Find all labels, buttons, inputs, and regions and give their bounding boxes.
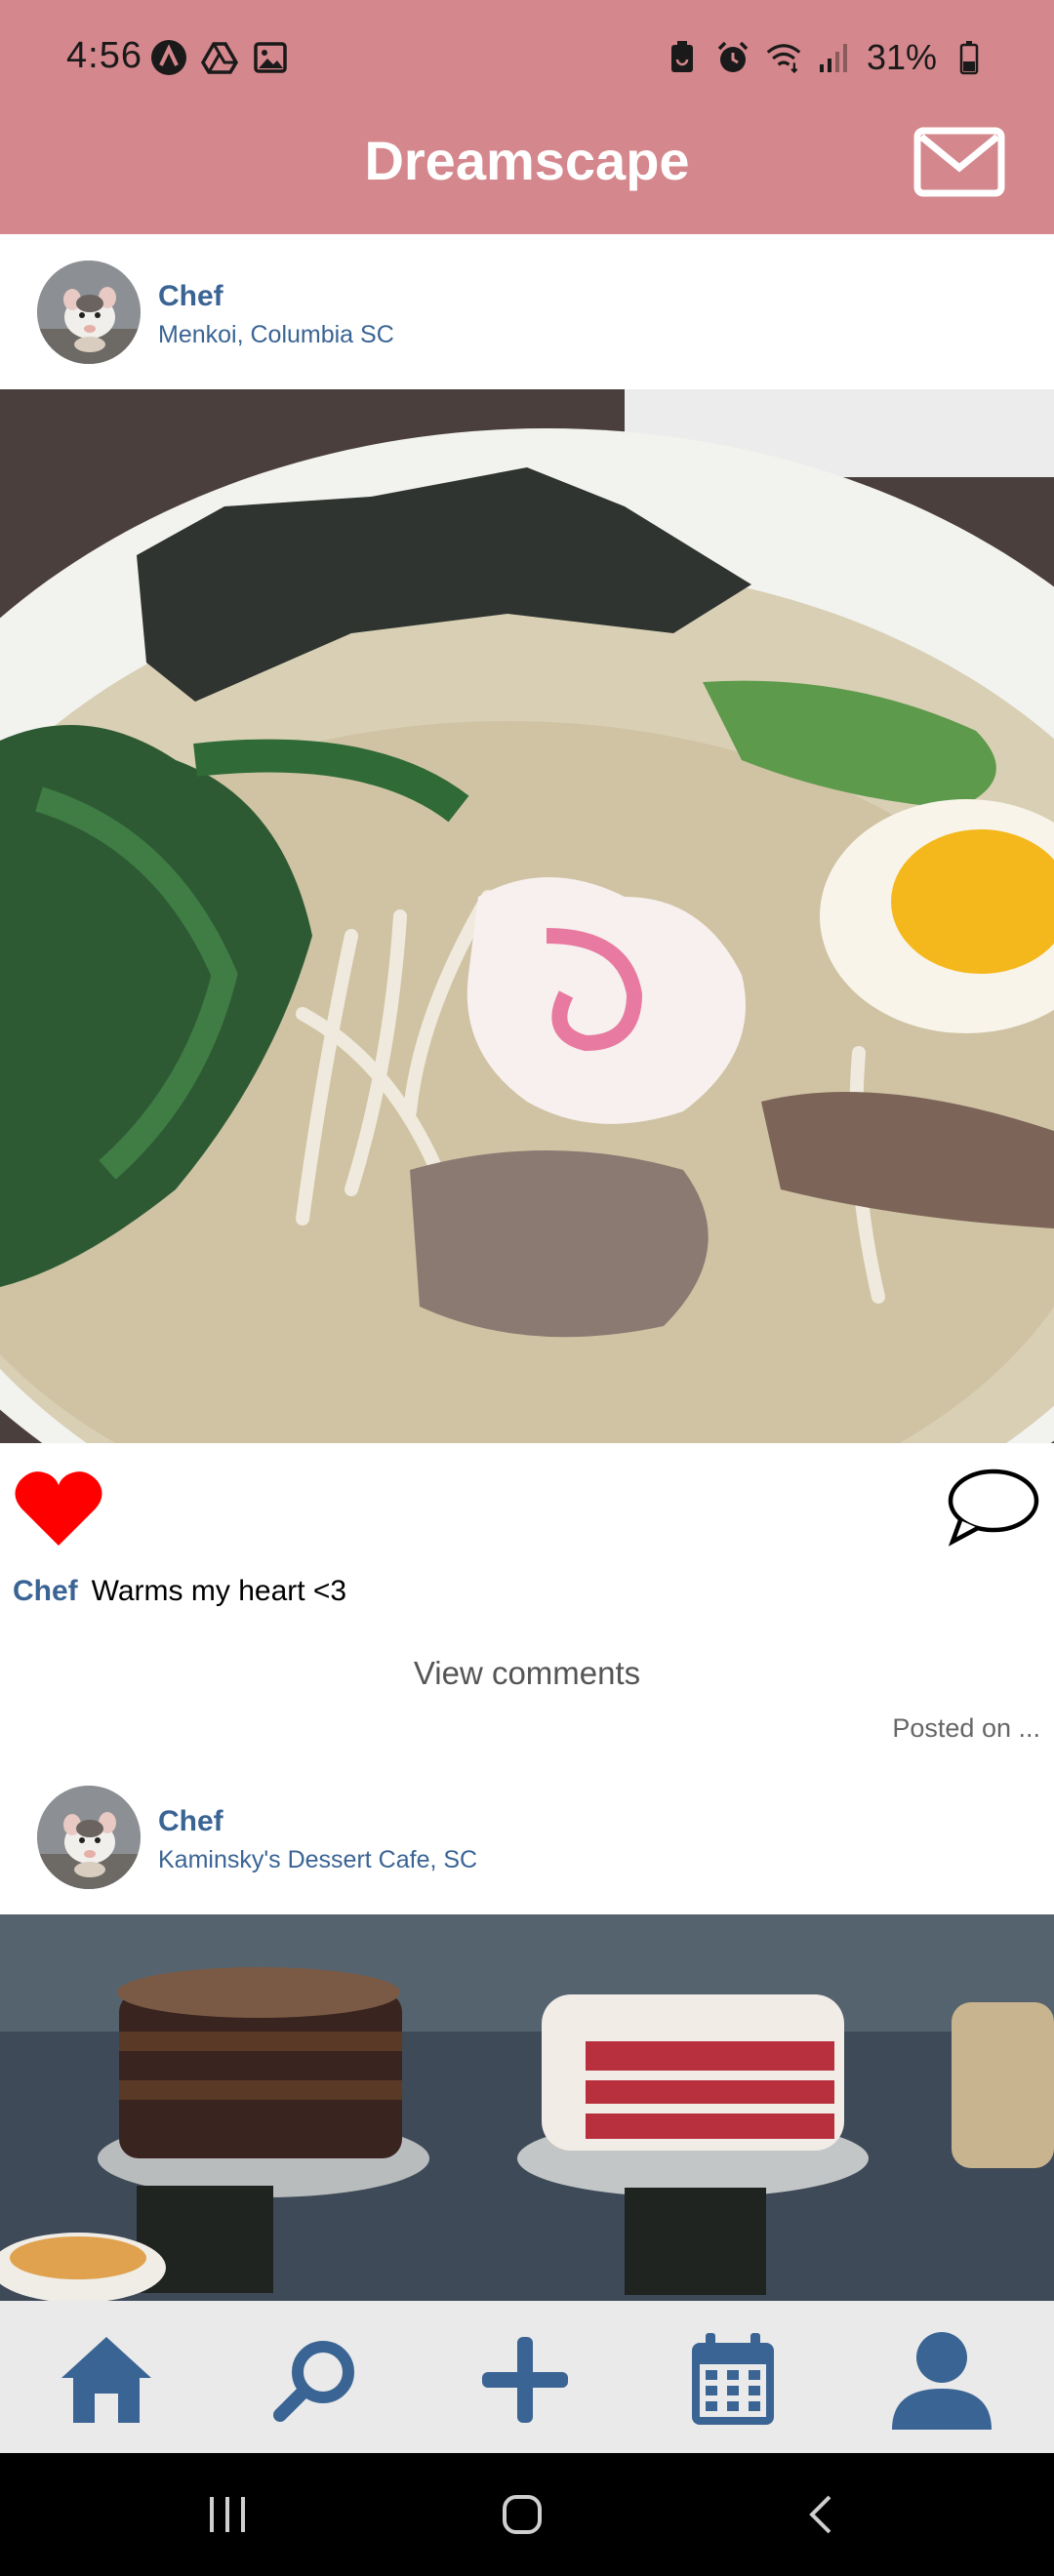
speech-bubble-icon	[948, 1469, 1039, 1547]
post-location[interactable]: Menkoi, Columbia SC	[158, 321, 394, 349]
wifi-icon	[765, 39, 802, 76]
home-circle-icon	[503, 2495, 542, 2534]
calendar-icon	[692, 2333, 774, 2425]
post-caption: Chef Warms my heart <3	[13, 1575, 346, 1608]
battery-saver-icon	[664, 39, 701, 76]
back-button[interactable]	[787, 2482, 855, 2547]
app-title: Dreamscape	[364, 130, 690, 191]
add-icon	[482, 2337, 568, 2423]
caption-text: Warms my heart <3	[91, 1575, 347, 1607]
status-time: 4:56	[66, 35, 142, 76]
alarm-icon	[714, 39, 751, 76]
battery-percent: 31%	[866, 37, 937, 77]
nav-home[interactable]	[53, 2326, 160, 2434]
system-nav-bar	[0, 2453, 1054, 2576]
signal-icon	[816, 39, 853, 76]
drive-icon	[201, 39, 238, 76]
nav-search[interactable]	[262, 2326, 369, 2434]
avatar[interactable]	[37, 1786, 141, 1889]
post-photo[interactable]	[0, 389, 1054, 1443]
mail-icon	[913, 127, 1005, 197]
recents-icon	[210, 2497, 245, 2532]
home-icon	[61, 2337, 151, 2423]
avatar[interactable]	[37, 261, 141, 364]
post-location[interactable]: Kaminsky's Dessert Cafe, SC	[158, 1846, 477, 1874]
posted-on-text: Posted on ...	[892, 1713, 1040, 1743]
bottom-nav	[0, 2301, 1054, 2453]
back-icon	[809, 2495, 831, 2534]
home-system-button[interactable]	[488, 2482, 556, 2547]
caption-username[interactable]: Chef	[13, 1575, 78, 1607]
like-button[interactable]	[12, 1468, 105, 1550]
post-header: Chef Kaminsky's Dessert Cafe, SC	[0, 1762, 1054, 1914]
comment-button[interactable]	[947, 1468, 1040, 1548]
image-icon	[252, 39, 289, 76]
messages-button[interactable]	[913, 127, 1005, 197]
heart-icon	[15, 1471, 102, 1546]
nav-add[interactable]	[471, 2326, 579, 2434]
post-username[interactable]: Chef	[158, 280, 223, 313]
view-comments-link[interactable]: View comments	[0, 1655, 1054, 1692]
search-icon	[273, 2341, 354, 2422]
profile-icon	[892, 2332, 992, 2430]
battery-icon	[951, 39, 988, 76]
recents-button[interactable]	[193, 2482, 262, 2547]
status-bar: 4:56 31%	[0, 0, 1054, 115]
post-username[interactable]: Chef	[158, 1805, 223, 1838]
nav-profile[interactable]	[888, 2326, 995, 2434]
notification-a-icon	[150, 39, 187, 76]
status-right-icons: 31%	[664, 37, 988, 78]
nav-calendar[interactable]	[679, 2326, 787, 2434]
status-left-icons	[150, 39, 289, 76]
post-photo[interactable]	[0, 1914, 1054, 2301]
post-header: Chef Menkoi, Columbia SC	[0, 237, 1054, 389]
app-header: 4:56 31% Dreamscape	[0, 0, 1054, 234]
